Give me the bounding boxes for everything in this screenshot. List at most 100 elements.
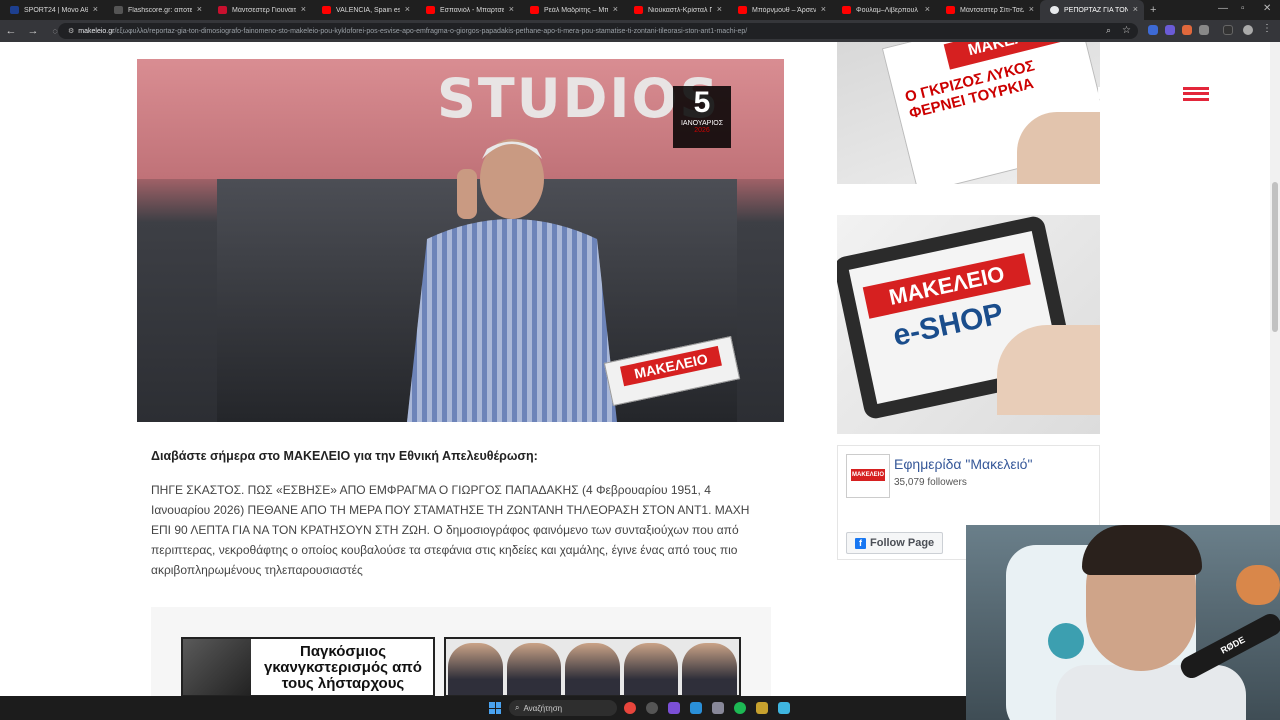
youtube-icon xyxy=(738,6,747,14)
banner-headline-panel[interactable]: Παγκόσμιος γκανγκστερισμός από τους λήστ… xyxy=(181,637,435,696)
app-icon[interactable] xyxy=(668,702,680,714)
close-tab-icon[interactable]: × xyxy=(1029,4,1034,14)
zoom-icon[interactable]: ⌕ xyxy=(1106,25,1116,35)
taskbar-search-placeholder: Αναζήτηση xyxy=(523,703,563,713)
browser-tab[interactable]: VALENCIA, Spain es - 4K× xyxy=(312,0,416,20)
sidebar-toggle-icon[interactable] xyxy=(1223,25,1233,35)
browser-tab[interactable]: Εσπανιόλ - Μπαρτσελόνα× xyxy=(416,0,520,20)
close-tab-icon[interactable]: × xyxy=(613,4,618,14)
spotify-icon[interactable] xyxy=(734,702,746,714)
profile-avatar[interactable] xyxy=(1243,25,1253,35)
close-tab-icon[interactable]: × xyxy=(925,4,930,14)
close-tab-icon[interactable]: × xyxy=(405,4,410,14)
minimize-icon[interactable]: — xyxy=(1218,3,1228,14)
banner-portraits[interactable] xyxy=(444,637,741,696)
article-body: ΠΗΓΕ ΣΚΑΣΤΟΣ. ΠΩΣ «ΕΣΒΗΣΕ» ΑΠΟ ΕΜΦΡΑΓΜΑ … xyxy=(151,483,750,577)
date-year: 2026 xyxy=(694,127,710,134)
makeleio-logo: ΜΑΚΕΛΕΙΟ xyxy=(851,469,885,481)
browser-tab[interactable]: Flashscore.gr: αποτελέσμ× xyxy=(104,0,208,20)
chrome-icon[interactable] xyxy=(624,702,636,714)
maximize-icon[interactable]: ▫ xyxy=(1241,3,1245,14)
facebook-page-avatar[interactable]: ΜΑΚΕΛΕΙΟ xyxy=(846,454,890,498)
browser-tab-bar: SPORT24 | Μόνο Αθλητικ× Flashscore.gr: α… xyxy=(0,0,1280,20)
article-lead: Διαβάστε σήμερα στο ΜΑΚΕΛΕΙΟ για την Εθν… xyxy=(151,449,538,463)
close-tab-icon[interactable]: × xyxy=(821,4,826,14)
article-banner[interactable]: Παγκόσμιος γκανγκστερισμός από τους λήστ… xyxy=(151,607,771,696)
follow-page-label: Follow Page xyxy=(870,537,935,549)
article-hero-image[interactable]: STUDIOS 5 ΙΑΝΟΥΑΡΙΟΣ 2026 ΜΑΚΕΛΕΙΟ xyxy=(137,59,784,422)
site-info-icon[interactable]: ⚙ xyxy=(68,27,74,35)
browser-tab[interactable]: Ρεάλ Μαδρίτης – Μπέτις× xyxy=(520,0,624,20)
back-arrow-icon[interactable]: ← xyxy=(0,25,22,37)
portrait-photo xyxy=(682,643,737,695)
sidebar-eshop-banner[interactable]: ΜΑΚΕΛΕΙΟ e-SHOP xyxy=(837,215,1100,434)
site-favicon-icon xyxy=(10,6,19,14)
globe-icon xyxy=(1050,6,1059,14)
streamer-body xyxy=(1056,665,1246,720)
youtube-icon xyxy=(530,6,539,14)
hand-image xyxy=(1017,112,1100,184)
facebook-icon: f xyxy=(855,537,866,549)
close-tab-icon[interactable]: × xyxy=(93,4,98,14)
forward-arrow-icon[interactable]: → xyxy=(22,25,44,37)
steam-icon[interactable] xyxy=(690,702,702,714)
browser-tab[interactable]: Νιούκαστλ-Κρίσταλ Πάλα× xyxy=(624,0,728,20)
settings-icon[interactable] xyxy=(712,702,724,714)
browser-tab[interactable]: Μάντσεστερ Γιουνάιτεντ× xyxy=(208,0,312,20)
brand-mark-icon xyxy=(1183,87,1209,101)
banner-photo xyxy=(183,639,251,695)
app-icon[interactable] xyxy=(756,702,768,714)
banner-headline: Παγκόσμιος γκανγκστερισμός από τους λήστ… xyxy=(264,643,422,692)
address-bar[interactable]: ⚙ makeleio.gr/εξωφυλλο/reportaz-gia-ton-… xyxy=(58,23,1138,39)
sidebar-newspaper-banner[interactable]: ΜΑΚΕΛΕΙΟ Ο ΓΚΡΙΖΟΣ ΛΥΚΟΣ ΦΕΡΝΕΙ ΤΟΥΡΚΙΑ xyxy=(837,42,1100,184)
browser-tab[interactable]: SPORT24 | Μόνο Αθλητικ× xyxy=(0,0,104,20)
browser-tab[interactable]: Μάντσεστερ Σίτι-Τσέλσι× xyxy=(936,0,1040,20)
app-icon[interactable] xyxy=(778,702,790,714)
url-host: makeleio.gr xyxy=(78,27,115,35)
date-badge: 5 ΙΑΝΟΥΑΡΙΟΣ 2026 xyxy=(673,86,731,148)
windows-taskbar: ⌕ Αναζήτηση xyxy=(0,696,966,720)
new-tab-button[interactable]: + xyxy=(1150,4,1156,16)
date-day: 5 xyxy=(693,86,711,119)
hand-image xyxy=(997,325,1100,415)
browser-tab[interactable]: Φούλαμ–Λίβερπουλ 2-2× xyxy=(832,0,936,20)
windows-start-icon[interactable] xyxy=(489,702,501,714)
facebook-followers-count: 35,079 followers xyxy=(894,477,967,488)
browser-tab-active[interactable]: ΡΕΠΟΡΤΑΖ ΓΙΑ ΤΟΝ ΔΗΜ× xyxy=(1040,0,1144,20)
close-tab-icon[interactable]: × xyxy=(1133,4,1138,14)
url-path: /εξωφυλλο/reportaz-gia-ton-dimosiografo-… xyxy=(114,27,748,35)
youtube-icon xyxy=(842,6,851,14)
chair-logo-icon xyxy=(1048,623,1084,659)
app-icon[interactable] xyxy=(646,702,658,714)
extension-icon[interactable] xyxy=(1182,25,1192,35)
extension-icon[interactable] xyxy=(1165,25,1175,35)
webcam-overlay: RØDE xyxy=(966,525,1280,720)
youtube-icon xyxy=(426,6,435,14)
follow-page-button[interactable]: f Follow Page xyxy=(846,532,944,554)
brand-text: UCASE xyxy=(1097,84,1176,104)
bookmark-star-icon[interactable]: ☆ xyxy=(1122,25,1132,36)
close-tab-icon[interactable]: × xyxy=(717,4,722,14)
streamer-hair xyxy=(1082,525,1202,575)
portrait-photo xyxy=(565,643,620,695)
facebook-page-name[interactable]: Εφημερίδα "Μακελειό" xyxy=(894,456,1032,472)
browser-tab[interactable]: Μπόρνμουθ – Άρσεναλ 2× xyxy=(728,0,832,20)
man-on-phone-photo xyxy=(407,139,617,422)
streamer-brand-logo: UCASE xyxy=(1097,84,1212,104)
youtube-icon xyxy=(946,6,955,14)
portrait-photo xyxy=(623,643,679,695)
taskbar-search[interactable]: ⌕ Αναζήτηση xyxy=(509,700,617,716)
scrollbar-thumb[interactable] xyxy=(1272,182,1278,332)
cat-image xyxy=(1236,565,1280,605)
search-icon: ⌕ xyxy=(515,703,520,712)
site-favicon-icon xyxy=(218,6,227,14)
close-tab-icon[interactable]: × xyxy=(301,4,306,14)
extensions-puzzle-icon[interactable] xyxy=(1199,25,1209,35)
more-menu-icon[interactable]: ⋮ xyxy=(1262,23,1272,34)
close-window-icon[interactable]: ✕ xyxy=(1263,3,1271,14)
extension-icon[interactable] xyxy=(1148,25,1158,35)
close-tab-icon[interactable]: × xyxy=(509,4,514,14)
site-favicon-icon xyxy=(114,6,123,14)
browser-toolbar: ← → ◌ ⚙ makeleio.gr/εξωφυλλο/reportaz-gi… xyxy=(0,20,1280,42)
close-tab-icon[interactable]: × xyxy=(197,4,202,14)
